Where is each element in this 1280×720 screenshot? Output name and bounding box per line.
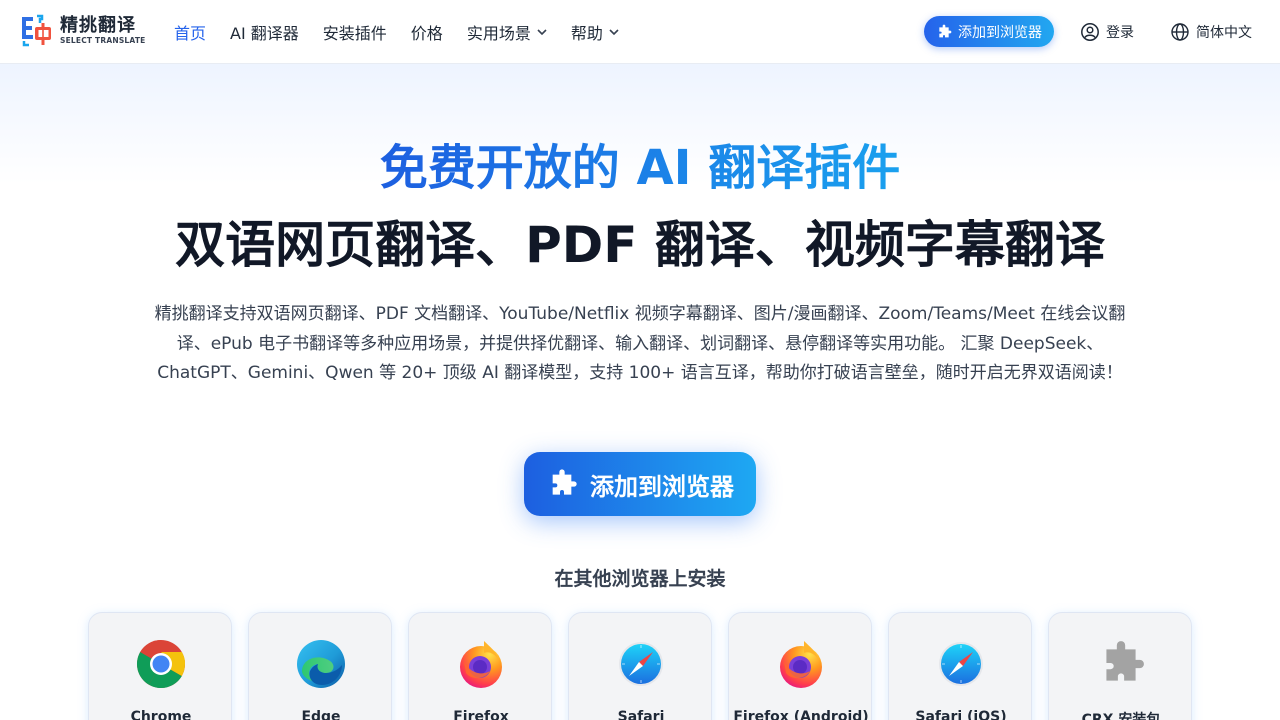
globe-icon [1171, 23, 1189, 41]
hero-description: 精挑翻译支持双语网页翻译、PDF 文档翻译、YouTube/Netflix 视频… [154, 304, 1126, 383]
add-to-browser-label: 添加到浏览器 [958, 24, 1042, 41]
puzzle-icon [1106, 641, 1144, 681]
nav-use-cases-label: 实用场景 [466, 24, 531, 43]
language-switcher[interactable]: 简体中文 [1170, 20, 1252, 44]
browser-card-crx-package[interactable]: CRX 安装包 [1048, 612, 1192, 720]
add-to-browser-cta[interactable]: 添加到浏览器 [524, 452, 756, 516]
safari-icon [939, 642, 983, 686]
chrome-icon [136, 640, 186, 689]
puzzle-icon [552, 469, 577, 495]
logo-name: 精挑翻译 [60, 15, 136, 36]
other-browsers-title: 在其他浏览器上安装 [554, 568, 726, 590]
login-label: 登录 [1106, 25, 1134, 41]
browser-card-label: Edge [301, 709, 341, 720]
browser-card-edge[interactable]: Edge [248, 612, 392, 720]
nav-pricing-label: 价格 [410, 24, 443, 43]
hero-headline-highlight: 免费开放的 AI 翻译插件 [0, 138, 1280, 198]
logo-icon [20, 14, 54, 48]
edge-icon [297, 640, 345, 688]
top-navbar: 精挑翻译 SELECT TRANSLATE 首页 AI 翻译器 安装插件 价格 … [0, 0, 1280, 64]
login-link[interactable]: 登录 [1080, 20, 1134, 44]
site-logo[interactable]: 精挑翻译 SELECT TRANSLATE [20, 14, 145, 48]
nav-help[interactable]: 帮助 [571, 20, 619, 44]
hero-headline-highlight-text: 免费开放的 AI 翻译插件 [379, 140, 901, 196]
browser-card-safari-ios[interactable]: Safari (iOS) [888, 612, 1032, 720]
chevron-down-icon [609, 29, 619, 36]
firefox-icon [780, 641, 822, 688]
browser-card-label: Firefox [453, 709, 509, 720]
browser-card-firefox-android[interactable]: Firefox (Android) [728, 612, 872, 720]
nav-ai-translator-label: AI 翻译器 [230, 24, 299, 43]
safari-icon [619, 642, 663, 686]
chevron-down-icon [537, 29, 547, 36]
nav-help-label: 帮助 [570, 24, 603, 43]
main-nav: 首页 AI 翻译器 安装插件 价格 实用场景 帮助 [174, 0, 643, 64]
browser-card-safari[interactable]: Safari [568, 612, 712, 720]
nav-install-extension[interactable]: 安装插件 [323, 20, 387, 44]
nav-use-cases[interactable]: 实用场景 [467, 20, 547, 44]
add-to-browser-cta-label: 添加到浏览器 [590, 472, 734, 501]
browser-card-firefox[interactable]: Firefox [408, 612, 552, 720]
browser-card-label: Safari (iOS) [915, 709, 1007, 720]
browser-card-label: Firefox (Android) [733, 709, 869, 720]
browser-card-label: CRX 安装包 [1081, 712, 1161, 720]
browser-card-chrome[interactable]: Chrome [88, 612, 232, 720]
browser-card-label: Chrome [130, 709, 192, 720]
hero-headline-main: 双语网页翻译、PDF 翻译、视频字幕翻译 [175, 216, 1105, 274]
user-icon [1081, 23, 1099, 41]
browser-card-label: Safari [617, 709, 665, 720]
browser-card-list: Chrome Edge Firefox Safari Firefox (Andr… [88, 612, 1192, 720]
nav-home-label: 首页 [174, 24, 207, 43]
logo-tagline: SELECT TRANSLATE [60, 36, 146, 45]
nav-home[interactable]: 首页 [174, 20, 206, 44]
firefox-icon [460, 641, 502, 688]
nav-ai-translator[interactable]: AI 翻译器 [230, 20, 299, 44]
language-label: 简体中文 [1196, 25, 1252, 41]
nav-pricing[interactable]: 价格 [411, 20, 443, 44]
nav-install-extension-label: 安装插件 [322, 24, 387, 43]
puzzle-icon [939, 24, 952, 37]
add-to-browser-button[interactable]: 添加到浏览器 [924, 16, 1054, 47]
